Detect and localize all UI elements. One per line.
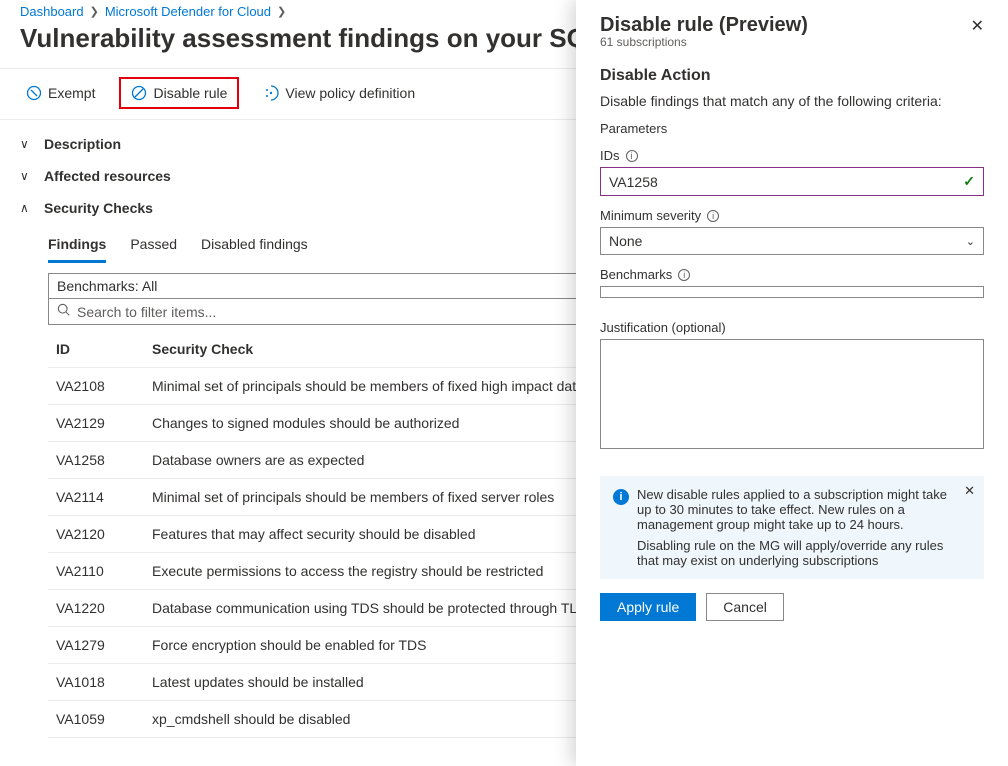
chevron-down-icon: ∨: [20, 169, 34, 183]
exempt-button[interactable]: Exempt: [20, 81, 101, 105]
min-severity-label-row: Minimum severity i: [600, 208, 984, 223]
breadcrumb-link-defender[interactable]: Microsoft Defender for Cloud: [105, 4, 271, 19]
info-icon[interactable]: i: [626, 150, 638, 162]
justification-textarea[interactable]: [600, 339, 984, 449]
search-placeholder: Search to filter items...: [77, 304, 216, 320]
ids-label-row: IDs i: [600, 148, 984, 163]
chevron-down-icon: ∨: [20, 137, 34, 151]
cell-id: VA1279: [48, 627, 144, 664]
ids-value: VA1258: [609, 174, 658, 190]
min-severity-label: Minimum severity: [600, 208, 701, 223]
chevron-right-icon: ❯: [90, 5, 99, 18]
info-filled-icon: i: [613, 489, 629, 505]
notice-line2: Disabling rule on the MG will apply/over…: [637, 538, 957, 568]
ids-label: IDs: [600, 148, 620, 163]
close-icon[interactable]: ✕: [964, 483, 975, 499]
notice-line1: New disable rules applied to a subscript…: [637, 487, 957, 532]
accordion-security-checks-label: Security Checks: [44, 200, 153, 216]
min-severity-value: None: [609, 233, 642, 249]
accordion-affected-label: Affected resources: [44, 168, 171, 184]
cell-id: VA2120: [48, 516, 144, 553]
breadcrumb-link-dashboard[interactable]: Dashboard: [20, 4, 84, 19]
exempt-icon: [26, 85, 42, 101]
info-icon[interactable]: i: [678, 269, 690, 281]
cell-id: VA2114: [48, 479, 144, 516]
accordion-description-label: Description: [44, 136, 121, 152]
min-severity-select[interactable]: None ⌄: [600, 227, 984, 255]
chevron-down-icon: ⌄: [966, 235, 975, 248]
panel-subtitle: 61 subscriptions: [600, 35, 984, 49]
disable-action-heading: Disable Action: [600, 67, 984, 85]
apply-rule-button[interactable]: Apply rule: [600, 593, 696, 621]
disable-action-desc: Disable findings that match any of the f…: [600, 93, 984, 109]
view-policy-label: View policy definition: [285, 85, 415, 101]
cell-id: VA2110: [48, 553, 144, 590]
policy-icon: [263, 85, 279, 101]
ids-input[interactable]: VA1258 ✓: [600, 167, 984, 196]
tab-passed[interactable]: Passed: [130, 230, 177, 263]
cell-id: VA2129: [48, 405, 144, 442]
cell-id: VA1059: [48, 701, 144, 738]
chevron-right-icon: ❯: [277, 5, 286, 18]
check-icon: ✓: [963, 173, 975, 190]
cancel-button[interactable]: Cancel: [706, 593, 784, 621]
panel-title: Disable rule (Preview): [600, 14, 808, 37]
disable-rule-panel: Disable rule (Preview) ✕ 61 subscription…: [576, 0, 1008, 766]
info-icon[interactable]: i: [707, 210, 719, 222]
exempt-label: Exempt: [48, 85, 95, 101]
parameters-label: Parameters: [600, 121, 984, 136]
justification-label: Justification (optional): [600, 320, 984, 335]
disable-rule-highlight: Disable rule: [119, 77, 239, 109]
search-icon: [57, 303, 71, 320]
prohibit-icon: [131, 85, 147, 101]
cell-id: VA1258: [48, 442, 144, 479]
tab-disabled-findings[interactable]: Disabled findings: [201, 230, 308, 263]
info-notice: i New disable rules applied to a subscri…: [600, 476, 984, 579]
tab-findings[interactable]: Findings: [48, 230, 106, 263]
cell-id: VA1018: [48, 664, 144, 701]
disable-rule-button[interactable]: Disable rule: [125, 81, 233, 105]
chevron-up-icon: ∧: [20, 201, 34, 215]
benchmarks-label-row: Benchmarks i: [600, 267, 984, 282]
view-policy-button[interactable]: View policy definition: [257, 81, 421, 105]
col-id[interactable]: ID: [48, 331, 144, 368]
cell-id: VA2108: [48, 368, 144, 405]
cell-id: VA1220: [48, 590, 144, 627]
benchmarks-input[interactable]: [600, 286, 984, 298]
benchmarks-label: Benchmarks: [600, 267, 672, 282]
disable-rule-label: Disable rule: [153, 85, 227, 101]
close-icon[interactable]: ✕: [971, 16, 984, 36]
